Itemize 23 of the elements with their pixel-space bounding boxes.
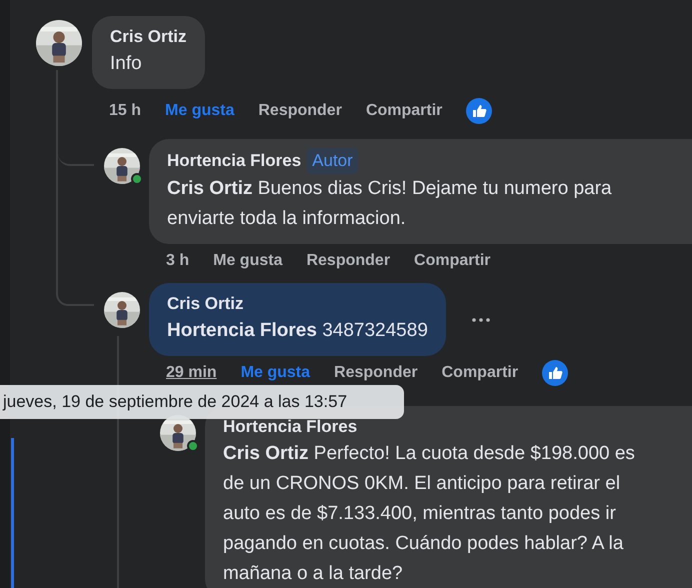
timestamp-link[interactable]: 3 h xyxy=(166,249,190,273)
share-link[interactable]: Compartir xyxy=(414,249,490,273)
share-link[interactable]: Compartir xyxy=(442,361,518,385)
reply-link[interactable]: Responder xyxy=(306,249,390,273)
comment-text: Hortencia Flores 3487324589 xyxy=(167,319,428,343)
date-tooltip: jueves, 19 de septiembre de 2024 a las 13:57 xyxy=(0,385,404,419)
timestamp-link[interactable]: 29 min xyxy=(166,361,217,385)
comment-text: Cris Ortiz Buenos dias Cris! Dejame tu numero para enviarte toda la informacion. xyxy=(167,177,613,231)
timestamp-link[interactable]: 15 h xyxy=(109,99,142,123)
author-name[interactable]: Cris Ortiz xyxy=(167,292,244,316)
author-name[interactable]: Cris Ortiz xyxy=(110,25,187,49)
reply-link[interactable]: Responder xyxy=(334,361,418,385)
share-link[interactable]: Compartir xyxy=(366,99,442,123)
like-link[interactable]: Me gusta xyxy=(213,249,282,273)
reply-link[interactable]: Responder xyxy=(258,99,342,123)
thumbs-up-icon[interactable] xyxy=(542,360,568,386)
like-link[interactable]: Me gusta xyxy=(165,99,234,123)
comment-text: Info xyxy=(110,52,143,76)
author-badge: Autor xyxy=(307,148,358,174)
comment-text: Cris Ortiz Perfecto! La cuota desde $198.000 es de un CRONOS 0KM. El anticipo para retirar el auto es de $7.133.400, mientras tanto podes ir pagando en cuotas. Cuándo podes hablar? A la mañana o a la tarde? xyxy=(223,442,636,586)
thumbs-up-icon[interactable] xyxy=(466,98,492,124)
like-link[interactable]: Me gusta xyxy=(240,361,310,385)
author-name[interactable]: Hortencia Flores xyxy=(167,149,302,173)
